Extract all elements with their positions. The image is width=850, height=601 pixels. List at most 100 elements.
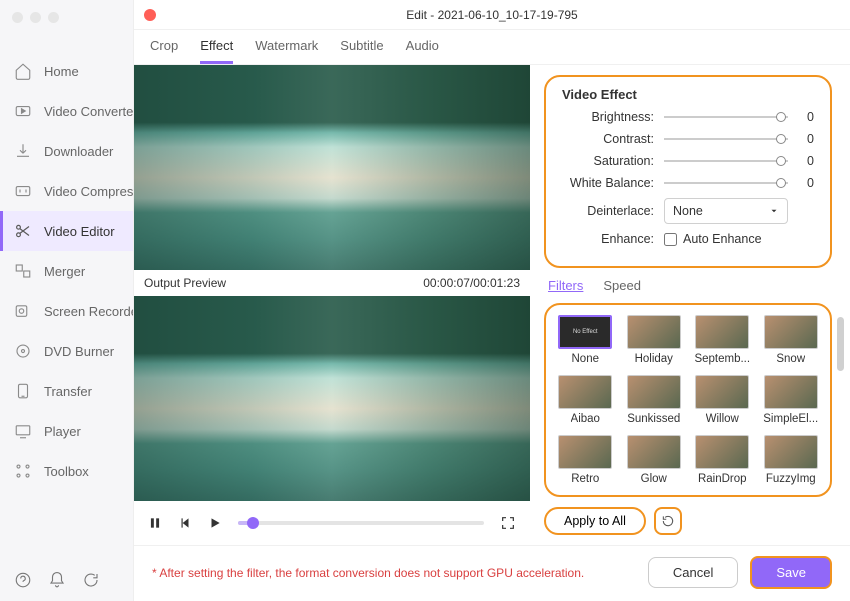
sidebar-item-downloader[interactable]: Downloader	[0, 131, 133, 171]
sidebar-item-home[interactable]: Home	[0, 51, 133, 91]
footer: * After setting the filter, the format c…	[134, 545, 850, 601]
tab-audio[interactable]: Audio	[406, 38, 439, 64]
chevron-down-icon	[769, 206, 779, 216]
sidebar-item-label: Downloader	[44, 144, 113, 159]
brightness-label: Brightness:	[562, 110, 654, 124]
sidebar-item-toolbox[interactable]: Toolbox	[0, 451, 133, 491]
record-icon	[14, 302, 32, 320]
tab-subtitle[interactable]: Subtitle	[340, 38, 383, 64]
tab-crop[interactable]: Crop	[150, 38, 178, 64]
traffic-lights	[0, 4, 133, 31]
traffic-dot	[30, 12, 41, 23]
pause-icon[interactable]	[148, 516, 162, 530]
home-icon	[14, 62, 32, 80]
filter-retro[interactable]: Retro	[556, 435, 615, 485]
filter-simpleelegant[interactable]: SimpleEl...	[762, 375, 821, 425]
filter-label: Willow	[706, 413, 739, 425]
sidebar-item-label: Video Converter	[44, 104, 133, 119]
play-icon[interactable]	[208, 516, 222, 530]
contrast-slider[interactable]	[664, 138, 788, 140]
filter-actions: Apply to All	[544, 507, 832, 535]
sidebar-item-screen-recorder[interactable]: Screen Recorder	[0, 291, 133, 331]
subtabs: Filters Speed	[544, 278, 832, 293]
sidebar-item-label: Screen Recorder	[44, 304, 133, 319]
prev-frame-icon[interactable]	[178, 516, 192, 530]
gpu-note: * After setting the filter, the format c…	[152, 566, 636, 580]
enhance-label: Enhance:	[562, 232, 654, 246]
filter-label: Snow	[776, 353, 805, 365]
window-close-icon[interactable]	[144, 9, 156, 21]
sidebar-item-merger[interactable]: Merger	[0, 251, 133, 291]
disc-icon	[14, 342, 32, 360]
filter-glow[interactable]: Glow	[625, 435, 684, 485]
seek-slider[interactable]	[238, 521, 484, 525]
white-balance-slider[interactable]	[664, 182, 788, 184]
brightness-slider[interactable]	[664, 116, 788, 118]
fullscreen-icon[interactable]	[500, 515, 516, 531]
help-icon[interactable]	[14, 571, 32, 589]
output-preview-label: Output Preview	[144, 276, 226, 290]
sidebar-item-label: Transfer	[44, 384, 92, 399]
sidebar-item-transfer[interactable]: Transfer	[0, 371, 133, 411]
filter-label: None	[572, 353, 600, 365]
toolbox-icon	[14, 462, 32, 480]
main: Edit - 2021-06-10_10-17-19-795 Crop Effe…	[134, 0, 850, 601]
filter-willow[interactable]: Willow	[693, 375, 752, 425]
preview-divider: Output Preview 00:00:07/00:01:23	[134, 270, 530, 296]
cancel-button[interactable]: Cancel	[648, 557, 738, 588]
apply-to-all-button[interactable]: Apply to All	[544, 507, 646, 535]
deinterlace-select[interactable]: None	[664, 198, 788, 224]
deinterlace-row: Deinterlace: None	[562, 198, 814, 224]
preview-output	[134, 296, 530, 501]
effect-panel: Video Effect Brightness: 0 Contrast: 0 S…	[530, 65, 850, 545]
sidebar-item-label: Home	[44, 64, 79, 79]
filter-fuzzyimg[interactable]: FuzzyImg	[762, 435, 821, 485]
filter-label: RainDrop	[698, 473, 747, 485]
traffic-dot	[48, 12, 59, 23]
saturation-slider[interactable]	[664, 160, 788, 162]
filter-september[interactable]: Septemb...	[693, 315, 752, 365]
compress-icon	[14, 182, 32, 200]
filter-label: Aibao	[571, 413, 600, 425]
sidebar-item-player[interactable]: Player	[0, 411, 133, 451]
sidebar-item-label: Video Compressor	[44, 184, 133, 199]
bell-icon[interactable]	[48, 571, 66, 589]
enhance-row: Enhance: Auto Enhance	[562, 232, 814, 246]
white-balance-label: White Balance:	[562, 176, 654, 190]
sync-icon[interactable]	[82, 571, 100, 589]
filter-holiday[interactable]: Holiday	[625, 315, 684, 365]
subtab-filters[interactable]: Filters	[548, 278, 583, 293]
sidebar-item-video-converter[interactable]: Video Converter	[0, 91, 133, 131]
filter-snow[interactable]: Snow	[762, 315, 821, 365]
tab-watermark[interactable]: Watermark	[255, 38, 318, 64]
filter-none[interactable]: No EffectNone	[556, 315, 615, 365]
deinterlace-value: None	[673, 204, 703, 218]
merge-icon	[14, 262, 32, 280]
saturation-row: Saturation: 0	[562, 154, 814, 168]
auto-enhance-input[interactable]	[664, 233, 677, 246]
titlebar: Edit - 2021-06-10_10-17-19-795	[134, 0, 850, 30]
window-title: Edit - 2021-06-10_10-17-19-795	[406, 8, 577, 22]
tab-effect[interactable]: Effect	[200, 38, 233, 64]
preview-column: Output Preview 00:00:07/00:01:23	[134, 65, 530, 545]
subtab-speed[interactable]: Speed	[603, 278, 641, 293]
brightness-value: 0	[798, 110, 814, 124]
filter-aibao[interactable]: Aibao	[556, 375, 615, 425]
contrast-label: Contrast:	[562, 132, 654, 146]
contrast-value: 0	[798, 132, 814, 146]
saturation-label: Saturation:	[562, 154, 654, 168]
sidebar-item-video-compressor[interactable]: Video Compressor	[0, 171, 133, 211]
save-button[interactable]: Save	[750, 556, 832, 589]
auto-enhance-checkbox[interactable]: Auto Enhance	[664, 232, 762, 246]
sidebar-item-label: Merger	[44, 264, 85, 279]
scissors-icon	[14, 222, 32, 240]
filters-scrollbar[interactable]	[837, 317, 844, 371]
reset-button[interactable]	[654, 507, 682, 535]
auto-enhance-text: Auto Enhance	[683, 232, 762, 246]
filter-sunkissed[interactable]: Sunkissed	[625, 375, 684, 425]
sidebar-item-video-editor[interactable]: Video Editor	[0, 211, 133, 251]
filter-raindrop[interactable]: RainDrop	[693, 435, 752, 485]
sidebar-item-label: Player	[44, 424, 81, 439]
sidebar-item-dvd-burner[interactable]: DVD Burner	[0, 331, 133, 371]
convert-icon	[14, 102, 32, 120]
